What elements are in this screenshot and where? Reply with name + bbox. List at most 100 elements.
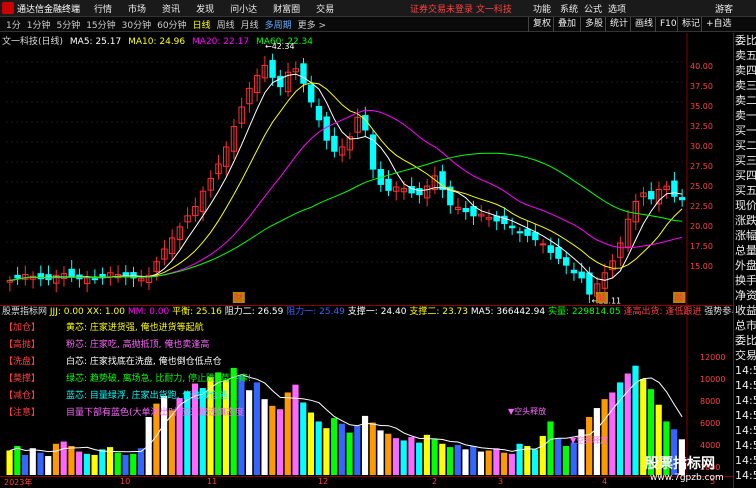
volume-bar [493,448,500,475]
candle-body [547,245,554,253]
ind-resist2: 阻力二: 26.59 [224,307,284,317]
side-label: 委比 [735,334,756,347]
volume-bar [331,418,338,475]
indicator-legend: 【加仓】 黄芯: 庄家进货强, 俺也进货等起航 【高抛】 粉芯: 庄家吃, 高抛抵顶… [4,318,251,420]
side-label: 14:5 [735,379,756,392]
watermark-title: 股票指标网 [645,456,715,472]
volume-bar [377,430,384,475]
ind-volume: 实量: 229814.05 [547,307,621,317]
volume-bar [300,402,307,475]
volume-bar [276,409,284,475]
volume-bar [29,448,36,475]
volume-bar [501,452,508,475]
candle-body [99,274,106,277]
volume-bar [99,449,106,475]
price-tick: 27.50 [690,162,713,171]
price-tick: 20.00 [690,222,713,231]
volume-bar [392,438,400,475]
volume-bar [354,425,361,475]
side-label: 卖三 [735,79,756,92]
volume-bar [616,382,624,475]
ind-ma5v: MA5: 366442.94 [470,307,546,317]
volume-bar [431,439,438,475]
ind-support2: 支撑二: 23.73 [409,307,469,317]
ind-xx: XX: 1.00 [86,307,125,317]
side-label: 外盘 [735,259,756,272]
volume-bar [269,405,276,475]
volume-bar [307,412,315,475]
legend-row: 【高抛】 粉芯: 庄家吃, 高抛抵顶, 俺也卖逢高 [4,335,251,352]
volume-bar [516,443,523,475]
side-label: 总市 [735,319,756,332]
ind-support1: 支撑一: 24.40 [347,307,407,317]
side-label: 卖五 [735,49,756,62]
candle-body [678,197,686,201]
vol-tick: 6000 [700,419,721,428]
price-tick: 40.00 [690,62,713,71]
volume-bar [45,456,52,475]
legend-row: 【莫撑】 绿芯: 趋势破, 离场急, 比耐力, 停止跌, 莫手痒! [4,369,251,386]
candle-body [470,206,477,217]
price-tick: 17.50 [690,242,713,251]
signal-label: 财 [234,292,243,304]
ma5-line [9,73,683,281]
legend-tag: 【减仓】 [4,391,41,401]
candle-body [300,63,307,84]
ind-jjj: JJJ: 0.00 [49,307,84,317]
volume-bar [423,434,430,475]
volume-bar [323,428,330,475]
price-tick: 22.50 [690,202,713,211]
side-label: 买一 [735,124,756,137]
side-label: 14:5 [735,409,756,422]
legend-tag: 【加仓】 [4,323,41,333]
legend-row: 【减仓】 蓝芯: 目量绿浮, 庄家出货跑, 俺也减仓逃 [4,386,251,403]
indicator-name[interactable]: 股票指标网 [2,307,47,317]
price-tick: 35.00 [690,102,713,111]
side-label: 收益 [735,304,756,317]
volume-bar [122,454,129,475]
volume-bar [52,443,60,475]
side-label: 总量 [735,244,756,257]
legend-row: 【注意】 目量下部有蓝色(大单流出时)应采取谨慎态度 [4,403,251,420]
volume-bar [531,449,539,475]
volume-bar [508,453,515,475]
time-axis: 2023年 10 11 12 2 3 4 5 [0,476,733,487]
time-tick: 2 [432,477,438,486]
legend-text: 绿芯: 趋势破, 离场急, 比耐力, 停止跌, 莫手痒! [66,374,252,384]
volume-bar [83,453,90,475]
candle-body [524,228,531,236]
volume-bar [524,446,531,475]
signal-label: 颠 [597,292,606,304]
side-label: 14:5 [735,439,756,452]
legend-tag: 【注意】 [4,408,41,418]
volume-bar [462,449,469,475]
volume-bar [609,392,616,475]
volume-bar [416,442,423,475]
side-label: 14:5 [735,394,756,407]
watermark-url: www.7gpzb.com [650,473,724,483]
signal-label: 颠 [674,292,683,304]
candle-body [462,208,469,213]
time-tick: 11 [207,477,218,486]
volume-bar [361,415,369,475]
candle-body [308,84,315,103]
side-label: 委比 [735,34,756,47]
volume-bar [60,441,67,475]
side-label: 换手 [735,274,756,287]
volume-bar [68,446,75,475]
volume-bar [470,446,477,475]
volume-bar [485,450,492,475]
legend-row: 【加仓】 黄芯: 庄家进货强, 俺也进货等起航 [4,318,251,335]
time-tick: 3 [498,477,504,486]
volume-bar [91,454,98,475]
candle-body [416,188,423,196]
candle-body [648,191,655,200]
volume-bar [37,452,44,475]
candle-body [315,106,323,121]
legend-text: 白芯: 庄家找底在洗盘, 俺也倒仓低点仓 [66,357,222,367]
candle-body [539,243,547,246]
time-tick: 4 [602,477,608,486]
volume-bar [6,450,13,475]
candle-body [331,135,338,152]
ma60-line [9,152,683,281]
